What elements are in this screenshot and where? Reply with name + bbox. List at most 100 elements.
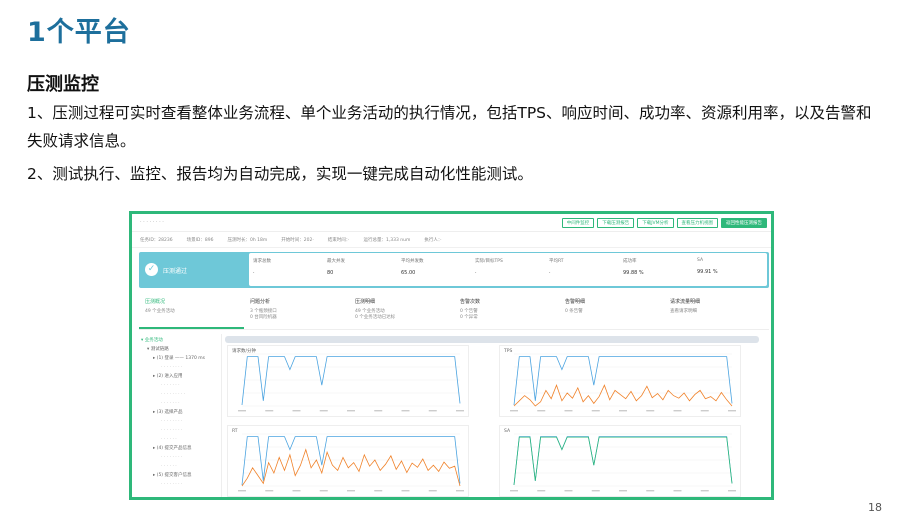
- slide-title: 1个平台: [27, 17, 131, 48]
- info-item: 运行总量：1,333 num: [363, 238, 411, 243]
- tree-item[interactable]: ▸ (1) 登录 —— 1370 ms: [141, 354, 219, 363]
- x-tick: [564, 490, 573, 492]
- tree-item[interactable]: ▸ (4) 提交产品信息: [141, 444, 219, 453]
- x-tick: [319, 410, 328, 412]
- tab-detail: 查看请求明细: [670, 309, 697, 314]
- monitor-charts: 请求数/分钟 TPS RT SA: [227, 345, 767, 497]
- info-item: 任务ID：28236: [140, 238, 173, 243]
- x-tick: [292, 410, 301, 412]
- status-summary: ✓ 压测通过: [139, 252, 249, 288]
- x-tick: [700, 490, 709, 492]
- tab-detail: 49 个业务活动: [145, 309, 175, 314]
- screenshot-topbar: · · · · · · · · 中间件监控 下载压测报告 下载JVM分析 查看压力机视…: [132, 214, 771, 232]
- tab-title: 请求流量明细: [670, 299, 701, 305]
- x-tick: [646, 410, 655, 412]
- metric-label: 平均并发数: [401, 259, 424, 264]
- status-metric: 请求总数 ·: [249, 253, 323, 286]
- x-tick: [510, 410, 518, 412]
- report-tab[interactable]: 告警次数 0 个告警 0 个异常: [454, 294, 559, 329]
- tree-item[interactable]: · · · · · · ·: [141, 399, 219, 408]
- tree-item[interactable]: ▾ 测试链路: [141, 345, 219, 354]
- x-tick: [347, 490, 355, 492]
- topbar-button[interactable]: 下载压测报告: [597, 218, 635, 228]
- line-chart: SA: [499, 425, 741, 497]
- tree-item[interactable]: · · · · · · · ·: [141, 480, 219, 489]
- x-tick: [374, 410, 383, 412]
- status-metric: 成功率 99.88 %: [619, 253, 693, 286]
- tab-detail: 0 个业务活动已达标: [355, 315, 396, 320]
- x-tick: [673, 490, 682, 492]
- tab-detail: 0 个异常: [460, 315, 478, 320]
- line-chart: RT: [227, 425, 469, 497]
- topbar-button[interactable]: 下载JVM分析: [637, 218, 674, 228]
- metric-value: ·: [475, 270, 477, 276]
- line-chart: TPS: [499, 345, 741, 417]
- x-tick: [238, 410, 246, 412]
- tree-item[interactable]: ▸ (5) 提交客户信息: [141, 471, 219, 480]
- platform-screenshot: · · · · · · · · 中间件监控 下载压测报告 下载JVM分析 查看压力机视…: [129, 211, 774, 500]
- series-line: [513, 356, 733, 406]
- check-icon: ✓: [145, 263, 158, 276]
- chart-svg: TPS: [503, 348, 736, 412]
- x-tick: [292, 490, 301, 492]
- tab-title: 告警次数: [460, 299, 481, 305]
- tree-item[interactable]: · · · · · ·: [141, 462, 219, 471]
- tab-title: 问题分析: [250, 299, 271, 305]
- line-chart: 请求数/分钟: [227, 345, 469, 417]
- tree-item[interactable]: · · · · · · · ·: [141, 417, 219, 426]
- x-tick: [319, 490, 328, 492]
- report-tab[interactable]: 压测概况 49 个业务活动: [139, 294, 244, 329]
- tree-item[interactable]: ▾ 业务活动: [141, 336, 219, 345]
- metric-label: 成功率: [623, 259, 637, 264]
- metric-value: 80: [327, 270, 334, 276]
- x-tick: [619, 410, 627, 412]
- tree-item[interactable]: · · · · · · · ·: [141, 426, 219, 435]
- tree-item[interactable]: · · · · · · ·: [141, 381, 219, 390]
- report-tab[interactable]: 问题分析 3 个瓶颈接口 0 台风险机器: [244, 294, 349, 329]
- metric-label: 平均RT: [549, 259, 564, 264]
- x-tick: [428, 490, 437, 492]
- metric-value: ·: [549, 270, 551, 276]
- report-tab[interactable]: 请求流量明细 查看请求明细: [664, 294, 769, 329]
- series-line: [513, 436, 733, 486]
- horizontal-scrollbar[interactable]: [225, 336, 759, 343]
- tree-item[interactable]: · · · · · ·: [141, 435, 219, 444]
- x-tick: [619, 490, 627, 492]
- paragraph-1: 1、压测过程可实时查看整体业务流程、单个业务活动的执行情况，包括TPS、响应时间…: [27, 104, 872, 150]
- topbar-button[interactable]: 查看压力机视图: [676, 218, 718, 228]
- chart-title: RT: [232, 428, 238, 434]
- tree-item[interactable]: ▸ (2) 进入应用: [141, 372, 219, 381]
- tree-item[interactable]: ▸ (3) 选择产品: [141, 408, 219, 417]
- info-item: 开始时间：202·: [281, 238, 314, 243]
- x-tick: [265, 490, 274, 492]
- topbar-button[interactable]: 返回性能压测报告: [721, 218, 767, 228]
- tree-item[interactable]: · · · · · · · · ·: [141, 390, 219, 399]
- x-tick: [728, 490, 736, 492]
- x-tick: [456, 410, 464, 412]
- chart-svg: 请求数/分钟: [232, 347, 464, 412]
- x-tick: [238, 490, 246, 492]
- series-line: [513, 436, 733, 486]
- report-tab[interactable]: 告警明细 0 条告警: [559, 294, 664, 329]
- tab-title: 压测概况: [145, 299, 166, 305]
- status-metric: 平均RT ·: [545, 253, 619, 286]
- section-heading: 压测监控: [27, 74, 99, 95]
- topbar-button[interactable]: 中间件监控: [561, 218, 595, 228]
- x-tick: [700, 410, 709, 412]
- series-line: [241, 436, 461, 486]
- x-tick: [456, 490, 464, 492]
- x-tick: [646, 490, 655, 492]
- x-tick: [428, 410, 437, 412]
- x-tick: [673, 410, 682, 412]
- x-tick: [265, 410, 274, 412]
- topbar-buttons: 中间件监控 下载压测报告 下载JVM分析 查看压力机视图 返回性能压测报告: [561, 218, 767, 228]
- tree-item[interactable]: · · · · · · · ·: [141, 363, 219, 372]
- metric-label: 请求总数: [253, 259, 271, 264]
- breadcrumb: · · · · · · · ·: [140, 219, 164, 225]
- tab-detail: 0 条告警: [565, 309, 583, 314]
- report-tab[interactable]: 压测明细 49 个业务活动 0 个业务活动已达标: [349, 294, 454, 329]
- report-tabs: 压测概况 49 个业务活动 问题分析 3 个瓶颈接口 0 台风险机器 压测明细 49 个业务…: [139, 294, 769, 330]
- tab-detail: 0 台风险机器: [250, 315, 277, 320]
- metric-label: SA: [697, 258, 704, 263]
- tree-item[interactable]: · · · · · · · ·: [141, 453, 219, 462]
